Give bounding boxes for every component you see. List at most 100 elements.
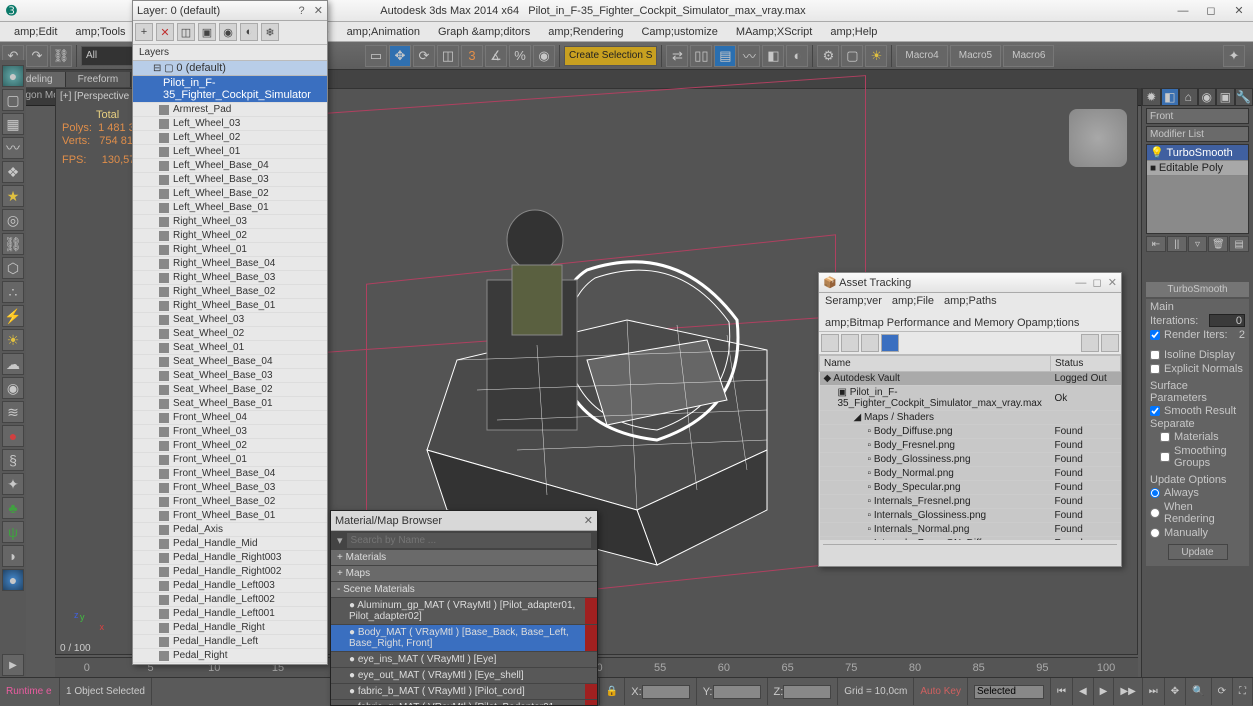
layer-item[interactable]: Pedal_Handle_Right [133,621,327,635]
update-rendering-radio[interactable] [1150,508,1160,518]
asset-row[interactable]: ▫ Body_Normal.pngFound [820,467,1121,481]
material-item[interactable]: ● fabric_g_MAT ( VRayMtl ) [Pilot_Badapt… [331,700,597,705]
isoline-check[interactable] [1150,350,1160,360]
link-button[interactable]: ⛓ [50,45,72,67]
nav-pan-icon[interactable]: ✥ [1165,678,1186,705]
layer-item[interactable]: Pedal_Handle_Right002 [133,565,327,579]
icon-spline[interactable]: 〰 [2,137,24,159]
layer-item[interactable]: Left_Wheel_03 [133,117,327,131]
spinner-snap-button[interactable]: ◉ [533,45,555,67]
asset-menu-paths[interactable]: amp;Paths [944,295,997,307]
coord-x-input[interactable] [642,685,690,699]
nav-max-icon[interactable]: ⛶ [1233,678,1253,705]
rotate-button[interactable]: ⟳ [413,45,435,67]
icon-paint[interactable]: ● [2,425,24,447]
layer-close-icon[interactable]: ✕ [314,5,323,17]
render-setup-button[interactable]: ⚙ [817,45,839,67]
icon-script[interactable]: § [2,449,24,471]
rollout-header[interactable]: TurboSmooth [1146,282,1249,297]
layer-item[interactable]: Pedal_Handle_Right003 [133,551,327,565]
asset-row[interactable]: ▫ Internals_Normal.pngFound [820,523,1121,537]
layer-item[interactable]: Armrest_Pad [133,103,327,117]
asset-col-status[interactable]: Status [1051,356,1121,372]
tab-hierarchy-icon[interactable]: ⌂ [1179,88,1198,106]
render-frame-button[interactable]: ▢ [841,45,863,67]
coord-z-input[interactable] [783,685,831,699]
remove-mod-button[interactable]: 🗑 [1208,236,1228,252]
layer-manager-panel[interactable]: Layer: 0 (default) ? ✕ + ✕ ◫ ▣ ◉ ◐ ❄ Lay… [132,0,328,665]
layer-item[interactable]: Pedal_Right [133,649,327,663]
layer-item[interactable]: Seat_Wheel_Base_01 [133,397,327,411]
icon-grass[interactable]: ψ [2,521,24,543]
asset-row[interactable]: ▫ Body_Glossiness.pngFound [820,453,1121,467]
asset-help-icon[interactable] [1081,334,1099,352]
tab-modify-icon[interactable]: ◧ [1161,88,1180,106]
tab-motion-icon[interactable]: ◉ [1198,88,1217,106]
layer-item[interactable]: Pedal_Handle_Left001 [133,607,327,621]
asset-refresh-icon[interactable] [821,334,839,352]
menu-rendering[interactable]: amp;Rendering [540,25,631,39]
angle-snap-button[interactable]: ∡ [485,45,507,67]
layer-delete-icon[interactable]: ✕ [156,23,174,41]
explicit-check[interactable] [1150,364,1160,374]
layer-item[interactable]: Right_Wheel_Base_03 [133,271,327,285]
icon-dyn[interactable]: ⚡ [2,305,24,327]
layer-item[interactable]: Right_Wheel_01 [133,243,327,257]
asset-close-icon[interactable]: ✕ [1108,277,1117,289]
asset-row[interactable]: ◢ Maps / Shaders [820,411,1121,425]
menu-graph-editors[interactable]: Graph &amp;ditors [430,25,538,39]
viewcube[interactable] [1069,109,1127,167]
prev-frame-button[interactable]: ◀ [1073,678,1094,705]
layer-item[interactable]: Right_Wheel_Base_02 [133,285,327,299]
asset-menu-server[interactable]: Seramp;ver [825,295,882,307]
layer-item[interactable]: Front_Wheel_01 [133,453,327,467]
icon-space[interactable]: ◉ [2,377,24,399]
autokey-button[interactable]: Auto Key [914,678,968,705]
menu-help[interactable]: amp;Help [822,25,885,39]
align-button[interactable]: ▯▯ [690,45,712,67]
coord-y-input[interactable] [713,685,761,699]
material-browser-panel[interactable]: Material/Map Browser ✕ ▾ + Materials + M… [330,510,598,706]
render-iters-spinner[interactable]: 2 [1239,329,1245,341]
icon-warp[interactable]: ≋ [2,401,24,423]
modifier-stack[interactable]: 💡 TurboSmooth ■ Editable Poly [1146,144,1249,234]
scale-button[interactable]: ◫ [437,45,459,67]
render-iters-check[interactable] [1150,330,1160,340]
layer-item[interactable]: Left_Wheel_Base_02 [133,187,327,201]
layers-button[interactable]: ▤ [714,45,736,67]
icon-plugin[interactable]: ✦ [2,473,24,495]
layer-item[interactable]: Pedal_Handle_Left [133,635,327,649]
asset-menu-bitmap[interactable]: amp;Bitmap Performance and Memory Opamp;… [825,317,1079,329]
material-group-scene[interactable]: - Scene Materials [331,582,597,598]
asset-tracking-panel[interactable]: 📦 Asset Tracking — ◻ ✕ Seramp;ver amp;Fi… [818,272,1122,567]
menu-maxscript[interactable]: MAamp;XScript [728,25,820,39]
layer-item[interactable]: Pedal_Handle_Left003 [133,579,327,593]
layer-item[interactable]: Seat_Wheel_Base_03 [133,369,327,383]
layers-column-head[interactable]: Layers [133,45,327,61]
icon-rock[interactable]: ◗ [2,545,24,567]
tab-create-icon[interactable]: ✹ [1142,88,1161,106]
render-button[interactable]: ☀ [865,45,887,67]
tool-x-icon[interactable]: ✦ [1223,45,1245,67]
nav-orbit-icon[interactable]: ⟳ [1212,678,1233,705]
goto-start-button[interactable]: ⏮ [1051,678,1073,705]
macro-6[interactable]: Macro6 [1003,45,1054,67]
layer-item[interactable]: Front_Wheel_Base_02 [133,495,327,509]
layer-item[interactable]: Pedal_Handle_Left002 [133,593,327,607]
asset-min-icon[interactable]: — [1075,277,1086,289]
icon-bone[interactable]: ⛓ [2,233,24,255]
material-search-input[interactable] [347,533,591,548]
layer-item[interactable]: Front_Wheel_Base_03 [133,481,327,495]
material-item[interactable]: ● fabric_b_MAT ( VRayMtl ) [Pilot_cord] [331,684,597,700]
icon-tree[interactable]: ♣ [2,497,24,519]
modifier-list-dropdown[interactable]: Modifier List [1146,126,1249,142]
asset-list-view-icon[interactable] [861,334,879,352]
make-unique-button[interactable]: ▿ [1188,236,1208,252]
iterations-spinner[interactable]: 0 [1209,314,1245,327]
key-filters-dropdown[interactable] [974,685,1044,699]
layer-freeze-icon[interactable]: ❄ [261,23,279,41]
layer-item[interactable]: Right_Wheel_Base_04 [133,257,327,271]
asset-icon-view-icon[interactable] [841,334,859,352]
menu-animation[interactable]: amp;Animation [339,25,428,39]
layer-item[interactable]: Pedal_Left [133,663,327,664]
